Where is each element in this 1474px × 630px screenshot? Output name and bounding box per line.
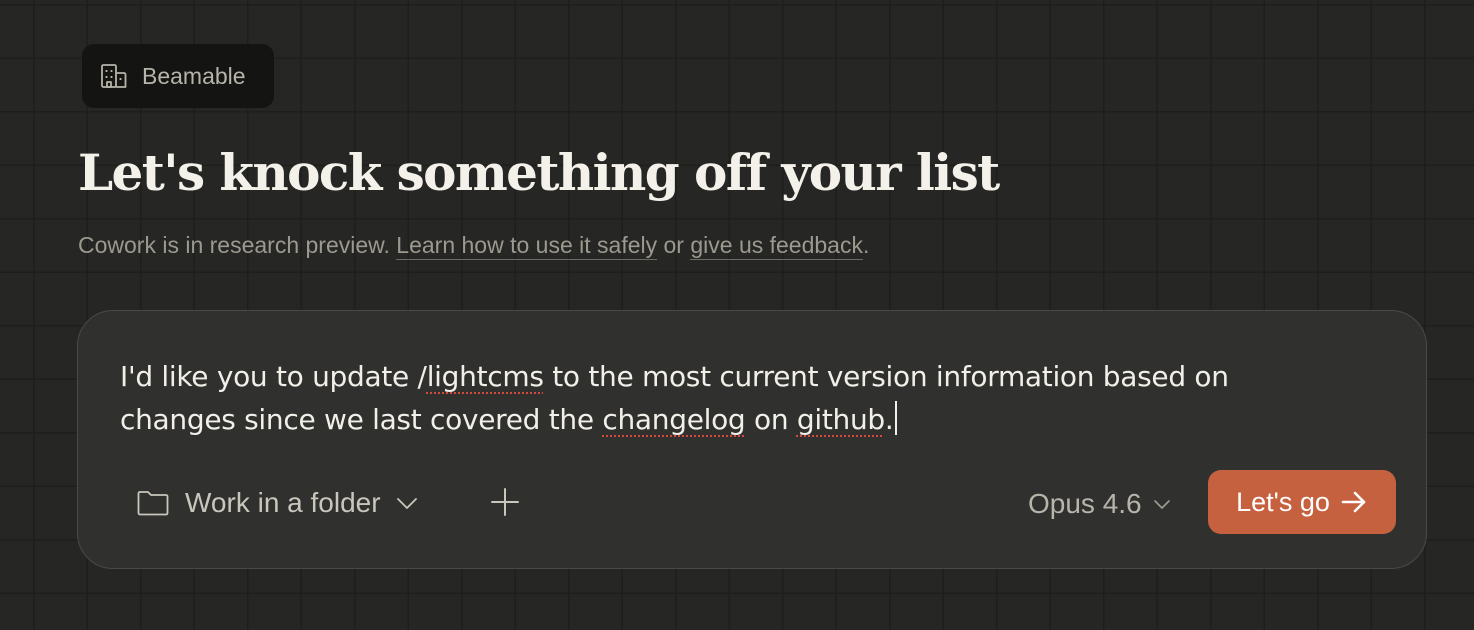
work-in-folder-button[interactable]: Work in a folder	[136, 481, 419, 525]
text-caret	[894, 401, 897, 435]
research-preview-notice: Cowork is in research preview. Learn how…	[78, 232, 870, 260]
workspace-selector[interactable]: Beamable	[82, 44, 274, 108]
notice-suffix: .	[862, 232, 870, 258]
misspelled-word: github	[796, 403, 885, 436]
prompt-text-segment: .	[884, 403, 894, 436]
misspelled-word: lightcms	[426, 360, 544, 393]
notice-middle: or	[657, 232, 691, 258]
lets-go-label: Let's go	[1236, 486, 1330, 517]
model-selector[interactable]: Opus 4.6	[1028, 483, 1172, 525]
chevron-down-icon	[395, 491, 419, 515]
building-icon	[99, 61, 129, 91]
prompt-composer: I'd like you to update /lightcms to the …	[77, 310, 1427, 569]
feedback-link[interactable]: give us feedback	[690, 232, 863, 260]
model-selected-label: Opus 4.6	[1028, 488, 1142, 519]
prompt-text-segment: I'd like you to update /	[120, 360, 427, 393]
misspelled-word: changelog	[602, 403, 746, 436]
folder-button-label: Work in a folder	[185, 487, 381, 518]
folder-icon	[136, 488, 170, 518]
prompt-input[interactable]: I'd like you to update /lightcms to the …	[120, 355, 1350, 441]
prompt-text-segment: on	[745, 403, 797, 436]
lets-go-button[interactable]: Let's go	[1208, 470, 1396, 534]
notice-prefix: Cowork is in research preview.	[78, 232, 397, 258]
add-attachment-button[interactable]	[486, 485, 524, 523]
learn-safety-link[interactable]: Learn how to use it safely	[396, 232, 658, 260]
chevron-down-icon	[1152, 494, 1172, 514]
arrow-right-icon	[1340, 488, 1368, 516]
workspace-name: Beamable	[142, 62, 246, 89]
plus-icon	[490, 487, 520, 521]
page-title: Let's knock something off your list	[78, 143, 1000, 202]
